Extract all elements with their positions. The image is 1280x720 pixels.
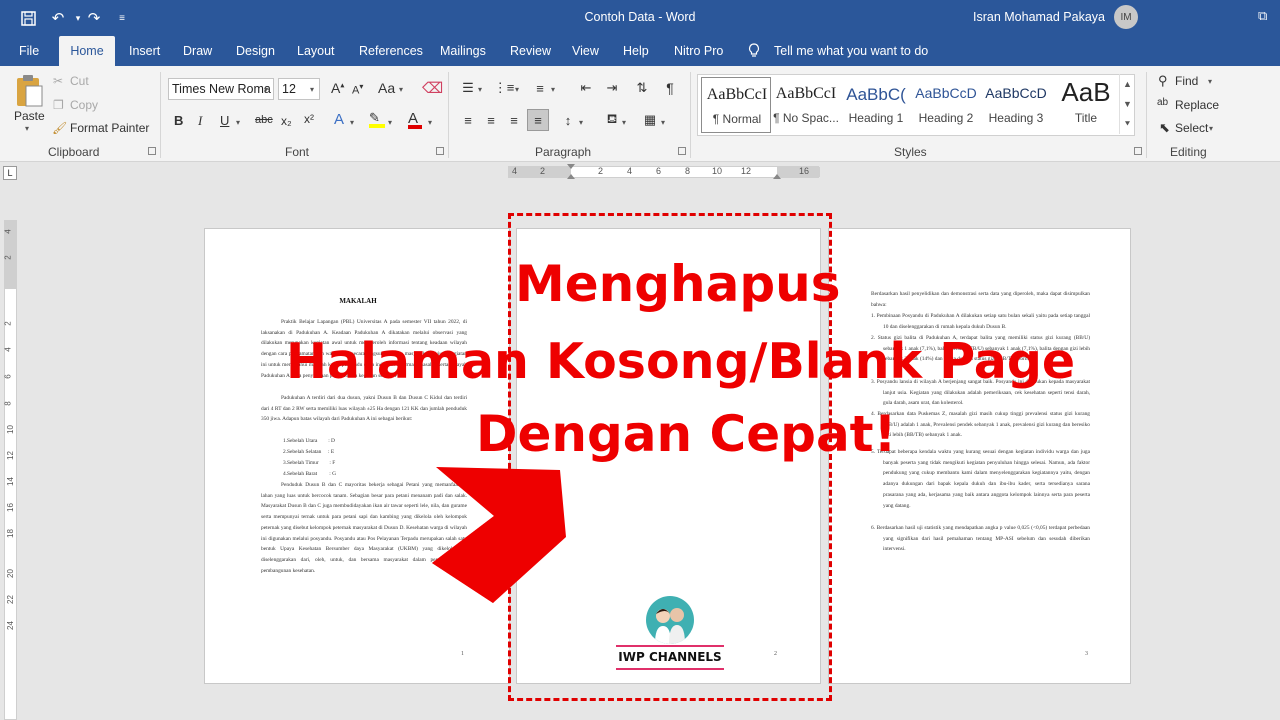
overlay-title-line-1: Menghapus bbox=[515, 255, 841, 313]
logo-divider bbox=[616, 645, 724, 647]
channel-name: IWP CHANNELS bbox=[618, 650, 722, 664]
overlay-title-line-3: Dengan Cepat! bbox=[476, 405, 897, 463]
channel-logo-image bbox=[646, 596, 694, 644]
logo-divider bbox=[616, 668, 724, 670]
overlay-title-line-2: Halaman Kosong/Blank Page bbox=[286, 333, 1076, 390]
